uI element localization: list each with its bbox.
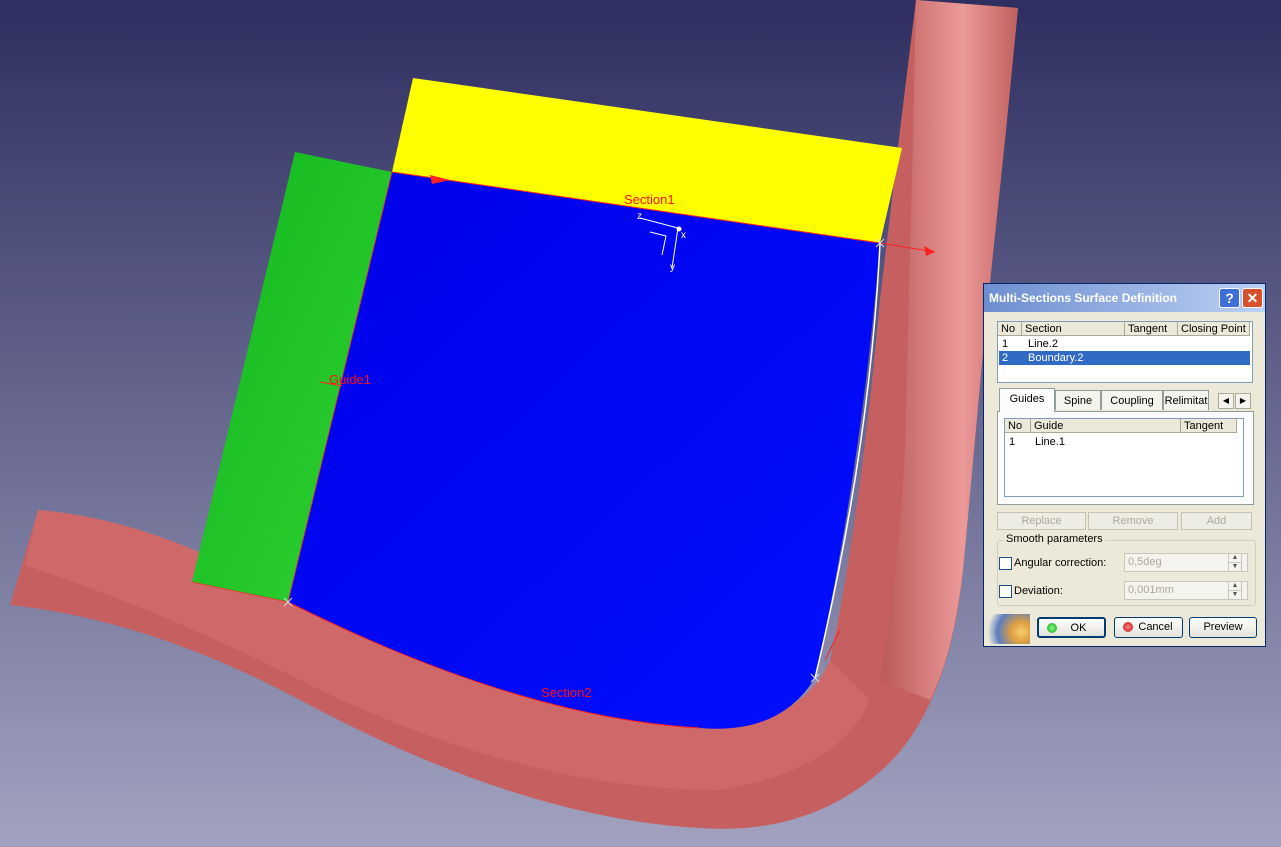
- list-item[interactable]: 1 Line.2: [998, 337, 1252, 351]
- row-section: Boundary.2: [1028, 352, 1084, 364]
- column-header-guide[interactable]: Guide: [1031, 419, 1181, 433]
- guides-tab-panel: No Guide Tangent 1 Line.1: [997, 411, 1254, 505]
- add-button[interactable]: Add: [1181, 512, 1252, 530]
- smooth-parameters-title: Smooth parameters: [1004, 533, 1105, 545]
- cancel-icon: [1123, 622, 1133, 632]
- column-header-tangent[interactable]: Tangent: [1181, 419, 1237, 433]
- cancel-button[interactable]: Cancel: [1114, 617, 1183, 638]
- remove-button[interactable]: Remove: [1088, 512, 1178, 530]
- angular-correction-spinner[interactable]: ▲ ▼: [1228, 553, 1242, 572]
- column-header-no[interactable]: No: [998, 322, 1022, 336]
- list-item[interactable]: 1 Line.1: [1005, 435, 1243, 449]
- column-header-closing-point[interactable]: Closing Point: [1178, 322, 1250, 336]
- ok-button[interactable]: OK: [1037, 617, 1106, 638]
- ok-label: OK: [1070, 622, 1087, 634]
- catia-logo-icon: [986, 614, 1030, 644]
- close-button[interactable]: ✕: [1242, 288, 1263, 308]
- guides-list[interactable]: No Guide Tangent 1 Line.1: [1004, 418, 1244, 497]
- row-no: 1: [1002, 338, 1009, 350]
- preview-button[interactable]: Preview: [1189, 617, 1257, 638]
- sections-list[interactable]: No Section Tangent Closing Point 1 Line.…: [997, 321, 1253, 383]
- row-guide: Line.1: [1035, 436, 1065, 448]
- deviation-label: Deviation:: [1014, 585, 1063, 597]
- axis-z-label: z: [637, 211, 642, 222]
- row-section: Line.2: [1028, 338, 1058, 350]
- angular-correction-label: Angular correction:: [1014, 557, 1107, 569]
- dialog-title: Multi-Sections Surface Definition: [989, 291, 1178, 305]
- section2-label[interactable]: Section2: [541, 685, 592, 700]
- tab-scroll-left-icon[interactable]: ◀: [1218, 393, 1234, 409]
- column-header-section[interactable]: Section: [1022, 322, 1125, 336]
- ok-icon: [1047, 623, 1057, 633]
- tab-spine[interactable]: Spine: [1055, 390, 1101, 410]
- tab-scroll-right-icon[interactable]: ▶: [1235, 393, 1251, 409]
- tab-coupling[interactable]: Coupling: [1101, 390, 1163, 410]
- row-no: 2: [1002, 352, 1009, 364]
- guide1-label[interactable]: Guide1: [329, 372, 371, 387]
- angular-correction-checkbox[interactable]: [999, 557, 1012, 570]
- tab-relimitation[interactable]: Relimitat: [1163, 390, 1209, 410]
- deviation-checkbox[interactable]: [999, 585, 1012, 598]
- deviation-spinner[interactable]: ▲ ▼: [1228, 581, 1242, 600]
- column-header-tangent[interactable]: Tangent: [1125, 322, 1178, 336]
- row-no: 1: [1009, 436, 1016, 448]
- column-header-no[interactable]: No: [1005, 419, 1031, 433]
- dialog-titlebar[interactable]: Multi-Sections Surface Definition ? ✕: [984, 284, 1265, 312]
- replace-button[interactable]: Replace: [997, 512, 1086, 530]
- section1-label[interactable]: Section1: [624, 192, 675, 207]
- axis-x-label: x: [681, 230, 686, 241]
- multi-sections-dialog: Multi-Sections Surface Definition ? ✕ No…: [983, 283, 1266, 647]
- list-item-selected[interactable]: 2 Boundary.2: [999, 351, 1250, 365]
- axis-y-label: y: [670, 262, 675, 273]
- tab-guides[interactable]: Guides: [999, 388, 1055, 412]
- help-button[interactable]: ?: [1219, 288, 1240, 308]
